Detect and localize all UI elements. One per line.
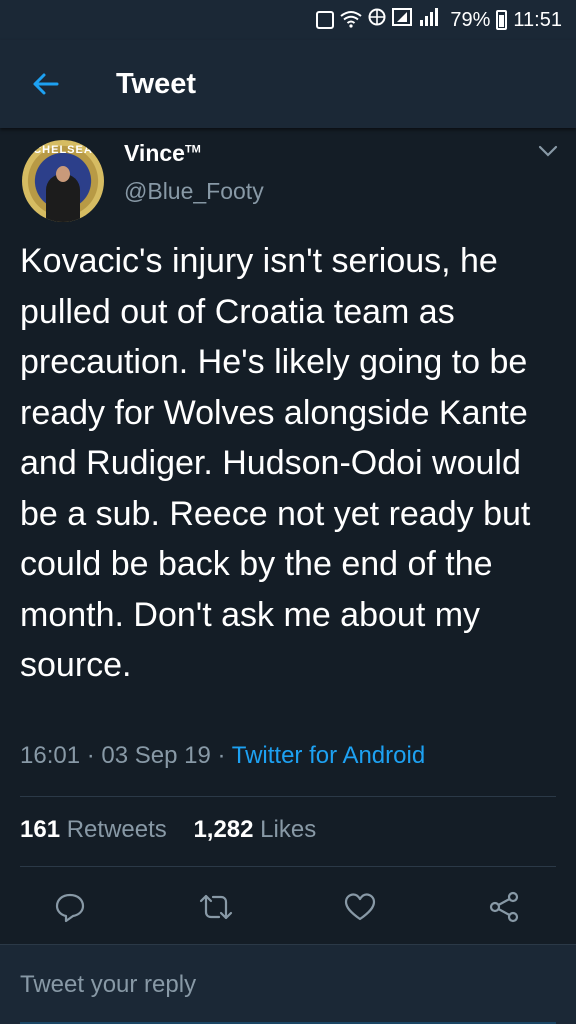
signal-box-icon <box>392 8 413 32</box>
tweet-meta: 16:01 · 03 Sep 19 · Twitter for Android <box>20 742 425 770</box>
back-button[interactable] <box>0 40 90 128</box>
reply-button[interactable] <box>40 872 100 942</box>
share-button[interactable] <box>474 872 534 942</box>
tweet-time: 16:01 <box>20 742 81 769</box>
likes-label: Likes <box>260 816 317 843</box>
tweet-text: Kovacic's injury isn't serious, he pulle… <box>20 242 531 684</box>
meta-separator: · <box>86 742 95 769</box>
notification-icon <box>316 11 335 29</box>
tweet-stats: 161 Retweets 1,282 Likes <box>20 816 316 844</box>
likes-count: 1,282 <box>193 816 254 843</box>
likes-stat[interactable]: 1,282 Likes <box>193 816 316 843</box>
divider <box>20 796 556 797</box>
action-bar <box>0 872 576 942</box>
signal-bars-icon <box>418 8 440 32</box>
comment-icon <box>55 893 85 923</box>
battery-icon <box>496 10 508 30</box>
wifi-icon <box>340 10 363 31</box>
avatar-face <box>56 166 70 182</box>
status-icons <box>316 8 440 32</box>
tweet-header: CHELSEA VinceTM @Blue_Footy <box>0 128 576 228</box>
avatar[interactable]: CHELSEA <box>22 140 104 222</box>
chevron-down-icon <box>538 145 558 157</box>
avatar-badge-text: CHELSEA <box>33 144 93 156</box>
retweets-label: Retweets <box>66 816 167 843</box>
tweet-date: 03 Sep 19 <box>101 742 211 769</box>
reply-bar: Tweet your reply <box>0 944 576 1024</box>
tweet-source-link[interactable]: Twitter for Android <box>232 742 425 769</box>
meta-separator: · <box>217 742 226 769</box>
share-icon <box>489 891 519 923</box>
retweet-button[interactable] <box>186 872 246 942</box>
clock: 11:51 <box>513 8 562 31</box>
divider <box>20 866 556 867</box>
status-bar: 79% 11:51 <box>0 0 576 40</box>
retweets-count: 161 <box>20 816 61 843</box>
user-handle[interactable]: @Blue_Footy <box>124 178 264 205</box>
retweets-stat[interactable]: 161 Retweets <box>20 816 167 843</box>
retweet-icon <box>199 894 233 920</box>
arrow-left-icon <box>33 73 59 95</box>
battery-percent: 79% <box>450 8 491 31</box>
like-button[interactable] <box>330 872 390 942</box>
globe-icon <box>368 8 386 32</box>
tweet-menu-button[interactable] <box>538 144 558 162</box>
heart-icon <box>344 893 376 921</box>
display-name-text: Vince <box>124 140 185 166</box>
reply-input[interactable]: Tweet your reply <box>20 971 196 999</box>
app-bar: Tweet <box>0 40 576 128</box>
display-name[interactable]: VinceTM <box>124 140 201 167</box>
page-title: Tweet <box>116 67 197 100</box>
trademark-mark: TM <box>184 143 201 156</box>
